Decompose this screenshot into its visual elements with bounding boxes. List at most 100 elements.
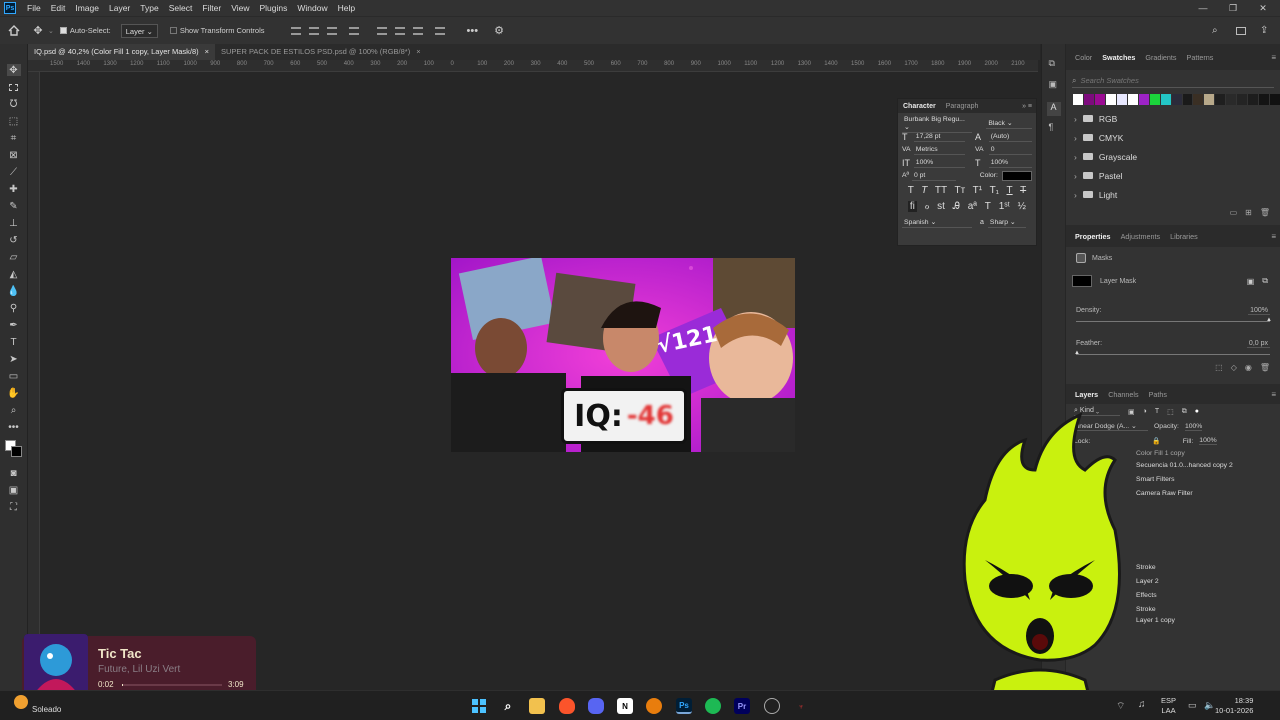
blender-icon[interactable] [646, 698, 662, 714]
menu-window[interactable]: Window [292, 3, 332, 13]
stylistic-icon[interactable]: st [937, 201, 945, 212]
panel-menu-icon[interactable]: ≡ [1271, 232, 1280, 241]
distribute-vertical-icon[interactable] [434, 26, 445, 35]
history-icon[interactable]: ⧉ [1049, 58, 1059, 69]
swatch-8[interactable] [1160, 94, 1171, 105]
transform-controls-checkbox[interactable] [169, 27, 177, 34]
minimize-icon[interactable]: — [1188, 0, 1218, 16]
panel-menu-icon[interactable]: » ≡ [1022, 103, 1036, 110]
color-swatches[interactable] [0, 438, 27, 462]
load-selection-icon[interactable]: ⬚ [1215, 363, 1223, 372]
filter-smart-icon[interactable]: ⧉ [1182, 408, 1187, 416]
screen-mode-icon[interactable]: ▣ [7, 484, 21, 496]
obs-icon[interactable] [764, 698, 780, 714]
menu-select[interactable]: Select [164, 3, 198, 13]
ordinals-icon[interactable]: aª [968, 201, 977, 212]
eyedropper-tool-icon[interactable]: ⟋ [7, 166, 21, 178]
menu-help[interactable]: Help [333, 3, 360, 13]
distribute-icon[interactable] [348, 26, 359, 35]
history-brush-tool-icon[interactable]: ↺ [7, 234, 21, 246]
delete-swatch-icon[interactable]: 🗑 [1260, 208, 1270, 217]
tab-color[interactable]: Color [1070, 53, 1097, 62]
all-caps-icon[interactable]: TT [935, 185, 947, 196]
clock[interactable]: 18:39 10-01-2026 [1215, 696, 1253, 716]
panel-menu-icon[interactable]: ≡ [1271, 53, 1280, 62]
comments-icon[interactable]: ▣ [1049, 79, 1059, 90]
swatch-7[interactable] [1149, 94, 1160, 105]
swatch-9[interactable] [1171, 94, 1182, 105]
network-icon[interactable]: ▭ [1188, 700, 1197, 711]
share-icon[interactable]: ⇪ [1260, 25, 1268, 36]
horizontal-scale-field[interactable]: 100% [988, 158, 1032, 168]
font-family-field[interactable]: Burbank Big Regu... ⌄ [902, 115, 973, 133]
tracking-field[interactable]: 0 [988, 145, 1032, 155]
object-select-tool-icon[interactable]: ⬚ [7, 115, 21, 127]
swatch-0[interactable] [1073, 94, 1083, 105]
tab-patterns[interactable]: Patterns [1182, 53, 1219, 62]
swatch-15[interactable] [1237, 94, 1248, 105]
swatch-folder-cmyk[interactable]: › CMYK [1066, 128, 1280, 147]
menu-layer[interactable]: Layer [104, 3, 135, 13]
new-swatch-icon[interactable]: ⊞ [1245, 208, 1252, 217]
vector-mask-icon[interactable]: ⧉ [1262, 276, 1268, 286]
tab-swatches[interactable]: Swatches [1097, 53, 1140, 62]
tool-preset-chevron-icon[interactable]: ⌄ [48, 27, 54, 35]
new-group-icon[interactable]: ▭ [1230, 208, 1238, 217]
menu-edit[interactable]: Edit [46, 3, 71, 13]
track-progress[interactable] [122, 684, 222, 686]
spotify-icon[interactable] [705, 698, 721, 714]
select-mask-icon[interactable]: ▣ [1247, 277, 1255, 286]
search-icon[interactable]: ⌕ [1212, 25, 1218, 36]
notion-icon[interactable]: N [617, 698, 633, 714]
swatch-17[interactable] [1259, 94, 1270, 105]
swatch-6[interactable] [1138, 94, 1149, 105]
swatch-folder-pastel[interactable]: › Pastel [1066, 166, 1280, 185]
lock-all-icon[interactable]: 🔒 [1152, 437, 1160, 445]
filter-toggle-icon[interactable]: ● [1195, 408, 1199, 415]
swatch-3[interactable] [1105, 94, 1116, 105]
language-select[interactable]: Spanish ⌄ [902, 217, 972, 228]
titling-icon[interactable]: T [985, 201, 991, 212]
character-panel-icon[interactable]: A [1046, 102, 1061, 116]
swatch-5[interactable] [1127, 94, 1138, 105]
paragraph-panel-icon[interactable]: ¶ [1049, 122, 1059, 132]
type-tool-icon[interactable]: T [7, 336, 21, 348]
move-tool-icon[interactable]: ✥ [6, 64, 21, 76]
oldstyle-icon[interactable]: Ꭿ [953, 201, 960, 212]
volume-icon[interactable]: 🔈 [1204, 700, 1215, 711]
panel-menu-icon[interactable]: ≡ [1271, 390, 1280, 399]
swatch-10[interactable] [1182, 94, 1193, 105]
density-field[interactable]: 100% [1248, 307, 1270, 315]
swatch-2[interactable] [1094, 94, 1105, 105]
tab-character[interactable]: Character [898, 103, 941, 110]
align-bottom-icon[interactable] [412, 26, 423, 35]
swatch-search[interactable]: ⌕ Search Swatches [1072, 74, 1274, 88]
tab-libraries[interactable]: Libraries [1165, 232, 1203, 241]
crop-tool-icon[interactable]: ⌗ [7, 132, 21, 144]
ligatures-icon[interactable]: ﬁ [907, 200, 917, 212]
delete-mask-icon[interactable]: 🗑 [1260, 363, 1270, 372]
photoshop-taskbar-icon[interactable]: Ps [676, 698, 692, 714]
align-middle-icon[interactable] [394, 26, 405, 35]
tab-layers[interactable]: Layers [1070, 390, 1103, 399]
fill-field[interactable]: 100% [1199, 437, 1217, 445]
windows-start-icon[interactable] [471, 698, 487, 714]
align-right-icon[interactable] [326, 26, 337, 35]
apply-mask-icon[interactable]: ◇ [1231, 363, 1237, 372]
marquee-tool-icon[interactable] [7, 81, 21, 93]
baseline-shift-field[interactable]: 0 pt [911, 171, 956, 181]
move-tool-icon[interactable]: ✥ [28, 24, 48, 37]
paint-bucket-tool-icon[interactable]: ◭ [7, 268, 21, 280]
align-top-icon[interactable] [376, 26, 387, 35]
filter-pixel-icon[interactable]: ▣ [1128, 408, 1135, 416]
strikethrough-icon[interactable]: T [1020, 185, 1026, 196]
auto-select-checkbox[interactable] [59, 27, 67, 34]
document-canvas[interactable]: √121 IQ: -46 [451, 258, 795, 452]
brush-tool-icon[interactable]: ✎ [7, 200, 21, 212]
tab-close-icon[interactable]: × [205, 47, 209, 57]
menu-plugins[interactable]: Plugins [254, 3, 292, 13]
search-icon[interactable]: ⌕ [500, 698, 516, 714]
tab-iq-psd[interactable]: IQ.psd @ 40,2% (Color Fill 1 copy, Layer… [28, 44, 216, 60]
path-select-tool-icon[interactable]: ➤ [7, 353, 21, 365]
tab-adjustments[interactable]: Adjustments [1116, 232, 1166, 241]
